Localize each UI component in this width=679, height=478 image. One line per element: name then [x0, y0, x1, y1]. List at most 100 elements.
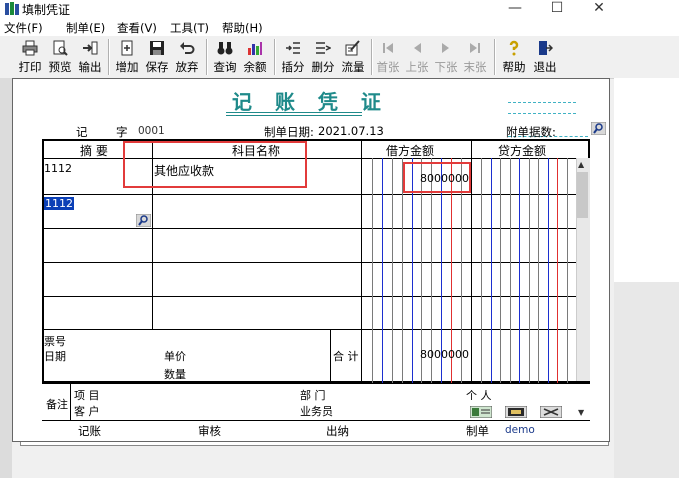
money-digit-line [372, 158, 373, 383]
ticket-number-label: 票号 [44, 335, 66, 348]
scroll-up-icon[interactable]: ▲ [578, 160, 584, 169]
column-header-summary: 摘 要 [80, 144, 108, 158]
first-voucher-button[interactable]: 首张 [375, 38, 401, 76]
maker-label: 制单 [466, 424, 489, 438]
grid-line [70, 383, 71, 420]
toolbar-separator [206, 39, 208, 75]
next-voucher-button[interactable]: 下张 [433, 38, 459, 76]
money-digit-line [500, 158, 501, 383]
money-digit-line [529, 158, 530, 383]
voucher-type[interactable]: 记 [76, 124, 88, 140]
ticket-date-label: 日期 [44, 350, 66, 363]
menu-view[interactable]: 查看(V) [117, 20, 157, 36]
toolbar-separator [108, 39, 110, 75]
maker-name: demo [505, 424, 535, 436]
toolbar: 打印 预览 输出 增加 保存 放弃 查询 余额 插分 删分 流量 首张 上张 下… [0, 36, 679, 79]
contact-card-icon[interactable] [470, 406, 492, 418]
total-label: 合 计 [333, 350, 359, 363]
card-swipe-icon[interactable] [505, 406, 527, 418]
add-button[interactable]: 增加 [113, 38, 141, 76]
unit-price-label: 单价 [164, 350, 186, 363]
voucher-word: 字 [116, 125, 128, 139]
quantity-label: 数量 [164, 368, 186, 381]
exit-icon [539, 41, 553, 55]
query-button[interactable]: 查询 [211, 38, 239, 76]
insert-line-icon [286, 42, 300, 54]
help-button[interactable]: 帮助 [500, 38, 528, 76]
workspace-background-right-lower [614, 282, 679, 478]
help-icon [509, 40, 519, 56]
next-icon [442, 43, 449, 53]
voucher-date[interactable]: 2021.07.13 [318, 124, 384, 138]
voucher-title: 记 账 凭 证 [232, 90, 389, 114]
toolbar-separator [274, 39, 276, 75]
money-digit-line [481, 158, 482, 383]
grid-line [330, 329, 331, 383]
close-button[interactable]: ✕ [584, 0, 614, 18]
balance-chart-icon [248, 42, 262, 55]
preview-icon [53, 40, 68, 56]
minimize-button[interactable]: — [500, 0, 530, 18]
scroll-down-icon[interactable]: ▼ [578, 408, 584, 417]
last-icon [470, 43, 480, 53]
binoculars-icon [217, 42, 233, 55]
scroll-thumb[interactable] [577, 172, 588, 218]
save-icon [150, 41, 164, 55]
cashflow-button[interactable]: 流量 [339, 38, 367, 76]
insert-entry-button[interactable]: 插分 [279, 38, 307, 76]
preview-button[interactable]: 预览 [46, 38, 74, 76]
salesperson-label: 业务员 [300, 405, 333, 418]
prev-icon [414, 43, 421, 53]
account-highlight-box [123, 141, 307, 188]
delete-line-icon [316, 42, 331, 54]
balance-scale-icon[interactable] [540, 406, 562, 418]
row2-summary-input[interactable]: 1112 [44, 197, 74, 210]
title-bar [0, 0, 679, 18]
menu-file[interactable]: 文件(F) [4, 20, 43, 36]
menu-voucher[interactable]: 制单(E) [66, 20, 105, 36]
export-button[interactable]: 输出 [76, 38, 104, 76]
money-digit-line [519, 158, 520, 383]
cashflow-icon [345, 40, 360, 56]
dashed-line [508, 113, 576, 114]
grid-line [42, 228, 576, 229]
prev-voucher-button[interactable]: 上张 [404, 38, 430, 76]
money-digit-line [567, 158, 568, 383]
print-button[interactable]: 打印 [16, 38, 44, 76]
last-voucher-button[interactable]: 末张 [462, 38, 488, 76]
money-digit-line [510, 158, 511, 383]
first-icon [383, 43, 393, 53]
export-icon [83, 41, 98, 55]
save-button[interactable]: 保存 [143, 38, 171, 76]
workspace-background [0, 78, 12, 478]
maximize-button[interactable]: ☐ [542, 0, 572, 18]
summary-search-icon[interactable] [136, 214, 151, 227]
grid-line [42, 296, 576, 297]
exit-button[interactable]: 退出 [531, 38, 559, 76]
column-header-credit: 贷方金额 [498, 144, 547, 158]
voucher-number[interactable]: 0001 [138, 125, 165, 137]
posting-label: 记账 [78, 424, 101, 438]
department-label: 部 门 [300, 389, 326, 402]
delete-entry-button[interactable]: 删分 [309, 38, 337, 76]
attachments-search-icon[interactable] [591, 122, 606, 135]
title-underline [226, 115, 362, 116]
menu-tools[interactable]: 工具(T) [170, 20, 209, 36]
cashier-label: 出纳 [326, 424, 349, 438]
grid-line [42, 194, 576, 195]
grid-line [42, 262, 576, 263]
discard-button[interactable]: 放弃 [173, 38, 201, 76]
toolbar-separator [494, 39, 496, 75]
date-label: 制单日期: [264, 125, 314, 139]
menu-help[interactable]: 帮助(H) [222, 20, 263, 36]
money-digit-line [548, 158, 549, 383]
title-underline [226, 112, 362, 113]
grid-line [471, 139, 472, 383]
row1-summary[interactable]: 1112 [44, 162, 72, 175]
money-digit-line [491, 158, 492, 383]
undo-icon [180, 42, 195, 54]
project-label: 项 目 [74, 389, 100, 402]
debit-highlight-box [403, 162, 471, 193]
balance-button[interactable]: 余额 [241, 38, 269, 76]
money-digit-line [392, 158, 393, 383]
